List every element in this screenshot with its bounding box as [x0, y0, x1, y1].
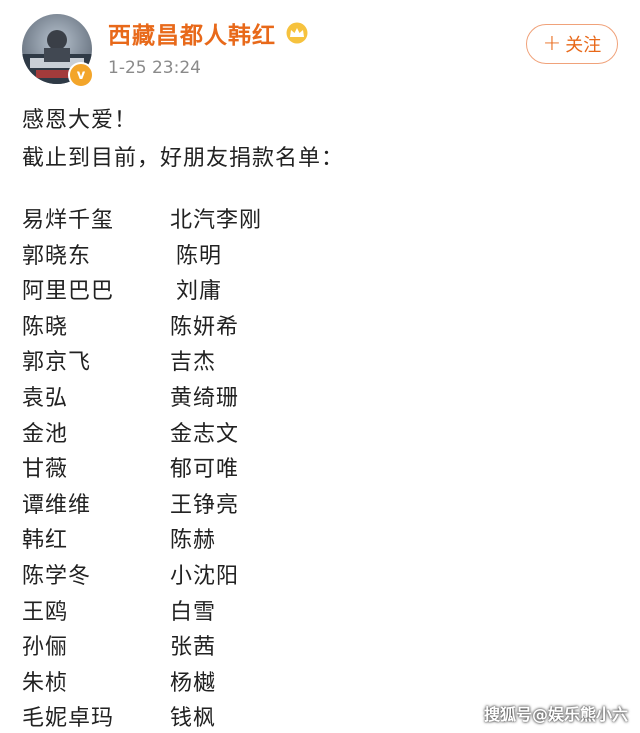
donor-name-left: 郭晓东 — [22, 243, 92, 269]
post-timestamp: 1-25 23:24 — [108, 58, 201, 78]
username[interactable]: 西藏昌都人韩红 — [108, 16, 276, 50]
donor-name-right: 钱枫 — [170, 706, 217, 732]
donor-name-left: 金池 — [22, 421, 69, 447]
donor-name-left: 谭维维 — [22, 492, 92, 518]
donor-name-right: 陈明 — [176, 243, 223, 269]
follow-button[interactable]: + 关注 — [526, 24, 618, 64]
donor-name-right: 陈赫 — [170, 528, 217, 554]
donor-name-right: 王铮亮 — [170, 492, 240, 518]
donor-name-right: 北汽李刚 — [170, 208, 263, 233]
name-row: 西藏昌都人韩红 — [108, 16, 310, 50]
donor-name-left: 易烊千玺 — [22, 208, 115, 233]
donor-name-left: 郭京飞 — [22, 350, 92, 376]
donor-name-left: 阿里巴巴 — [22, 279, 115, 305]
donor-name-right: 陈妍希 — [170, 314, 240, 340]
donor-name-left: 袁弘 — [22, 386, 69, 411]
post-text-line-1: 感恩大爱！ — [22, 108, 138, 133]
donor-name-left: 陈学冬 — [22, 564, 92, 589]
donor-name-left: 甘薇 — [22, 457, 69, 483]
crown-icon — [286, 22, 308, 44]
donor-name-right: 杨樾 — [170, 670, 217, 696]
donor-name-right: 白雪 — [170, 599, 217, 625]
donor-name-right: 小沈阳 — [170, 564, 240, 589]
donor-name-left: 毛妮卓玛 — [22, 706, 115, 732]
verified-badge-icon: v — [68, 62, 94, 88]
donor-name-left: 孙俪 — [22, 635, 69, 661]
donor-name-right: 郁可唯 — [170, 457, 240, 483]
donor-name-right: 张茜 — [170, 635, 217, 661]
donor-name-left: 王鸥 — [22, 599, 69, 625]
donor-name-right: 黄绮珊 — [170, 386, 240, 411]
donor-name-right: 刘庸 — [176, 279, 223, 305]
donor-name-right: 吉杰 — [170, 350, 217, 376]
follow-label: 关注 — [565, 35, 602, 56]
donor-name-left: 陈晓 — [22, 314, 69, 340]
watermark: 搜狐号@娱乐熊小六 — [483, 705, 628, 724]
plus-icon: + — [542, 31, 562, 56]
donor-name-left: 朱桢 — [22, 670, 69, 696]
donor-name-right: 金志文 — [170, 421, 240, 447]
donor-name-left: 韩红 — [22, 528, 69, 554]
post-text-line-2: 截止到目前，好朋友捐款名单： — [22, 146, 345, 171]
